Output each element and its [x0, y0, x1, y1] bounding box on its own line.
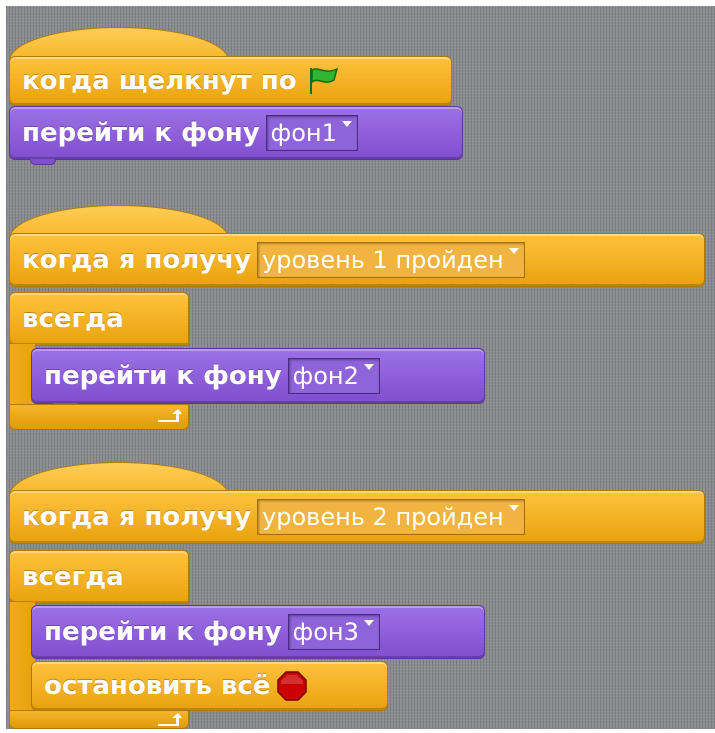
message-dropdown-value: уровень 1 пройден [262, 246, 504, 274]
stop-all-label: остановить всё [44, 671, 271, 701]
backdrop-dropdown-value: фон3 [292, 618, 359, 646]
stop-sign-icon [277, 671, 308, 701]
loop-arrow-icon [158, 713, 182, 726]
message-dropdown-value: уровень 2 пройден [262, 503, 504, 531]
message-dropdown[interactable]: уровень 1 пройден [257, 242, 525, 278]
window-top-border [0, 0, 715, 6]
forever-label: всегда [22, 304, 124, 334]
backdrop-dropdown[interactable]: фон2 [287, 358, 380, 394]
forever-label: всегда [22, 562, 124, 592]
green-flag-icon [309, 67, 338, 94]
backdrop-dropdown-value: фон1 [270, 119, 337, 147]
when-flag-clicked-label: когда щелкнут по [22, 66, 297, 96]
switch-backdrop-label: перейти к фону [44, 361, 282, 391]
backdrop-dropdown-value: фон2 [292, 362, 359, 390]
when-i-receive-label: когда я получу [22, 245, 252, 275]
when-flag-clicked-block[interactable]: когда щелкнут по [9, 56, 452, 106]
message-dropdown[interactable]: уровень 2 пройден [257, 499, 525, 535]
when-i-receive-label: когда я получу [22, 502, 252, 532]
dropdown-arrow-icon [508, 505, 519, 511]
when-i-receive-block[interactable]: когда я получу уровень 2 пройден [9, 490, 705, 544]
switch-backdrop-block[interactable]: перейти к фону фон2 [31, 348, 485, 404]
forever-block[interactable]: всегда [9, 550, 189, 604]
backdrop-dropdown[interactable]: фон3 [287, 614, 380, 650]
switch-backdrop-label: перейти к фону [22, 118, 260, 148]
loop-arrow-icon [158, 409, 182, 422]
switch-backdrop-block[interactable]: перейти к фону фон1 [9, 106, 463, 160]
stop-all-block[interactable]: остановить всё [31, 661, 388, 711]
when-i-receive-block[interactable]: когда я получу уровень 1 пройден [9, 233, 705, 287]
forever-block[interactable]: всегда [9, 292, 189, 346]
window-left-border [0, 0, 6, 733]
switch-backdrop-label: перейти к фону [44, 617, 282, 647]
dropdown-arrow-icon [363, 620, 374, 626]
dropdown-arrow-icon [508, 248, 519, 254]
dropdown-arrow-icon [341, 121, 352, 127]
window-bottom-border [0, 729, 715, 733]
switch-backdrop-block[interactable]: перейти к фону фон3 [31, 605, 485, 659]
backdrop-dropdown[interactable]: фон1 [265, 115, 358, 151]
block-bottom-notch [30, 159, 56, 165]
dropdown-arrow-icon [363, 364, 374, 370]
